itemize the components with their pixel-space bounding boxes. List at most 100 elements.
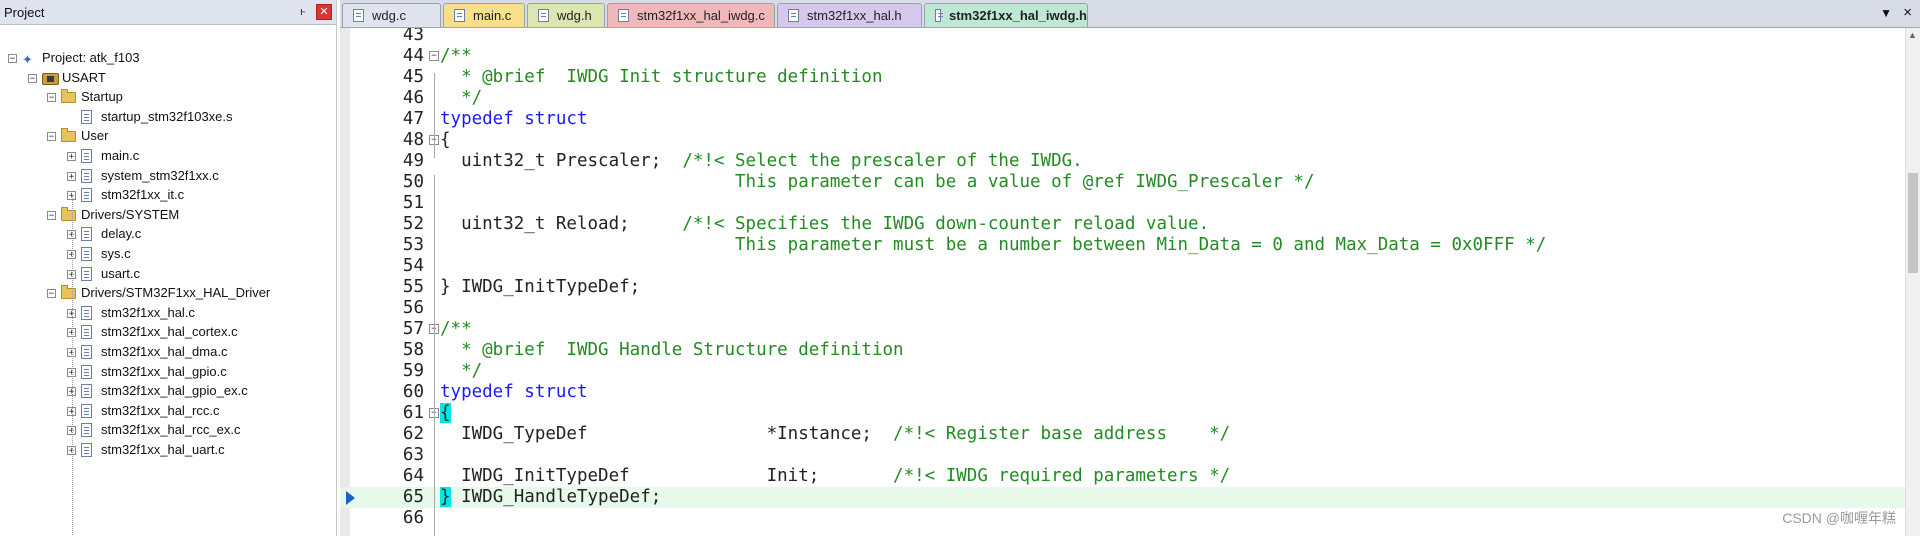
code-line[interactable]: 62 IWDG_TypeDef *Instance; /*!< Register… xyxy=(340,424,1905,445)
code-line[interactable]: 61−{ xyxy=(340,403,1905,424)
vertical-scrollbar[interactable]: ▲ xyxy=(1905,28,1920,536)
scroll-up-icon[interactable]: ▲ xyxy=(1908,30,1917,40)
tab-wdg-c[interactable]: wdg.c xyxy=(342,3,441,27)
code-text: IWDG_TypeDef *Instance; /*!< Register ba… xyxy=(440,424,1230,445)
tab-stm32f1xx_hal_iwdg-h[interactable]: stm32f1xx_hal_iwdg.h xyxy=(924,3,1088,27)
tab-stm32f1xx_hal-h[interactable]: stm32f1xx_hal.h xyxy=(777,3,922,27)
tab-main-c[interactable]: main.c xyxy=(443,3,525,27)
line-number: 62 xyxy=(402,424,424,444)
tree-item-label: USART xyxy=(62,69,106,85)
expand-icon[interactable]: + xyxy=(67,152,76,162)
line-number: 63 xyxy=(402,445,424,465)
target-icon xyxy=(42,72,59,85)
tab-wdg-h[interactable]: wdg.h xyxy=(527,3,605,27)
code-line[interactable]: 51 xyxy=(340,193,1905,214)
collapse-icon[interactable]: − xyxy=(47,289,56,299)
collapse-icon[interactable]: − xyxy=(47,210,56,220)
code-line[interactable]: 56 xyxy=(340,298,1905,319)
watermark: CSDN @咖喱年糕 xyxy=(1782,510,1896,526)
close-tab-icon[interactable]: × xyxy=(1903,4,1912,21)
collapse-icon[interactable]: − xyxy=(8,54,17,64)
file-icon xyxy=(81,266,92,281)
close-icon[interactable]: ✕ xyxy=(316,4,332,20)
code-text: */ xyxy=(440,361,482,382)
code-line[interactable]: 63 xyxy=(340,445,1905,466)
code-line[interactable]: 59 */ xyxy=(340,361,1905,382)
code-comment: */ xyxy=(440,88,483,108)
code-line[interactable]: 58 * @brief IWDG Handle Structure defini… xyxy=(340,340,1905,361)
code-line[interactable]: 44−/** xyxy=(340,46,1905,67)
code-comment: */ xyxy=(440,361,483,381)
fold-collapse-icon[interactable]: − xyxy=(429,51,439,61)
code-text: typedef struct xyxy=(440,109,588,130)
code-line[interactable]: 47 typedef struct xyxy=(340,109,1905,130)
code-comment: /*!< Register base address */ xyxy=(893,424,1231,444)
tree-item-label: system_stm32f1xx.c xyxy=(101,167,219,183)
code-line[interactable]: 54 xyxy=(340,256,1905,277)
folder-icon xyxy=(61,206,76,221)
code-line[interactable]: 46 */ xyxy=(340,88,1905,109)
scrollbar-thumb[interactable] xyxy=(1908,173,1918,273)
line-number: 57 xyxy=(402,319,424,339)
pin-icon[interactable]: ͱ xyxy=(296,5,310,19)
tree-item-label: stm32f1xx_it.c xyxy=(101,187,185,203)
expand-icon[interactable]: + xyxy=(67,171,76,181)
code-text: { xyxy=(440,130,451,151)
tree-item[interactable]: + stm32f1xx_hal_uart.c xyxy=(0,438,336,462)
file-icon xyxy=(81,109,92,124)
code-keyword: typedef struct xyxy=(440,382,588,402)
code-line[interactable]: 48−{ xyxy=(340,130,1905,151)
code-text: typedef struct xyxy=(440,382,588,403)
file-icon xyxy=(618,9,629,22)
editor-tab-bar: wdg.c main.c wdg.h stm32f1xx_hal_iwdg.c stm3… xyxy=(340,0,1920,28)
tree-item-label: Project: atk_f103 xyxy=(42,50,140,65)
code-line[interactable]: 55} IWDG_InitTypeDef; xyxy=(340,277,1905,298)
tree-connector-line xyxy=(72,195,73,536)
tree-item-label: stm32f1xx_hal_rcc.c xyxy=(101,402,220,418)
tree-item-label: stm32f1xx_hal_uart.c xyxy=(101,442,225,457)
code-comment: /*!< IWDG required parameters */ xyxy=(893,466,1231,486)
code-editor[interactable]: 43 44−/** 45 * @brief IWDG Init structure … xyxy=(340,28,1905,536)
code-text: } IWDG_InitTypeDef; xyxy=(440,277,640,298)
line-number: 52 xyxy=(402,214,424,234)
code-line[interactable]: 65} IWDG_HandleTypeDef; xyxy=(340,487,1905,508)
tree-item-label: usart.c xyxy=(101,265,141,281)
line-number: 61 xyxy=(402,403,424,423)
file-icon xyxy=(81,149,92,163)
folder-icon xyxy=(61,128,76,143)
code-line[interactable]: 43 xyxy=(340,28,1905,46)
code-token: { xyxy=(440,130,451,150)
tree-item-label: delay.c xyxy=(101,226,142,242)
code-line[interactable]: 57−/** xyxy=(340,319,1905,340)
project-panel-title: Project xyxy=(4,4,45,20)
collapse-icon[interactable]: − xyxy=(28,73,37,83)
line-number: 64 xyxy=(402,466,424,486)
code-line[interactable]: 53 This parameter must be a number betwe… xyxy=(340,235,1905,256)
tab-list-dropdown-icon[interactable]: ▼ xyxy=(1880,6,1892,20)
file-icon xyxy=(81,325,92,340)
collapse-icon[interactable]: − xyxy=(47,93,56,103)
fold-guide-line xyxy=(434,388,435,536)
code-line[interactable]: 52 uint32_t Reload; /*!< Specifies the I… xyxy=(340,214,1905,235)
tree-item-label: Drivers/STM32F1xx_HAL_Driver xyxy=(81,285,271,301)
code-line[interactable]: 64 IWDG_InitTypeDef Init; /*!< IWDG requ… xyxy=(340,466,1905,487)
code-text: This parameter can be a value of @ref IW… xyxy=(440,172,1314,193)
tree-item-label: User xyxy=(81,128,109,144)
code-token: IWDG_InitTypeDef Init; xyxy=(440,466,894,486)
code-text: { xyxy=(440,403,451,424)
code-token: IWDG_HandleTypeDef; xyxy=(450,487,662,507)
line-number: 65 xyxy=(402,487,424,507)
code-line[interactable]: 49 uint32_t Prescaler; /*!< Select the p… xyxy=(340,151,1905,172)
code-line[interactable]: 66 xyxy=(340,508,1905,529)
collapse-icon[interactable]: − xyxy=(47,132,56,142)
line-number: 51 xyxy=(402,193,424,213)
code-line[interactable]: 60 typedef struct xyxy=(340,382,1905,403)
tree-item-label: stm32f1xx_hal_gpio.c xyxy=(101,363,227,379)
tab-stm32f1xx_hal_iwdg-c[interactable]: stm32f1xx_hal_iwdg.c xyxy=(607,3,775,27)
code-line[interactable]: 45 * @brief IWDG Init structure definiti… xyxy=(340,67,1905,88)
code-line[interactable]: 50 This parameter can be a value of @ref… xyxy=(340,172,1905,193)
tree-item-label: stm32f1xx_hal_gpio_ex.c xyxy=(101,383,248,399)
file-icon xyxy=(81,384,92,399)
tree-item-label: stm32f1xx_hal_dma.c xyxy=(101,344,228,359)
tree-item-label: stm32f1xx_hal_cortex.c xyxy=(101,324,238,340)
